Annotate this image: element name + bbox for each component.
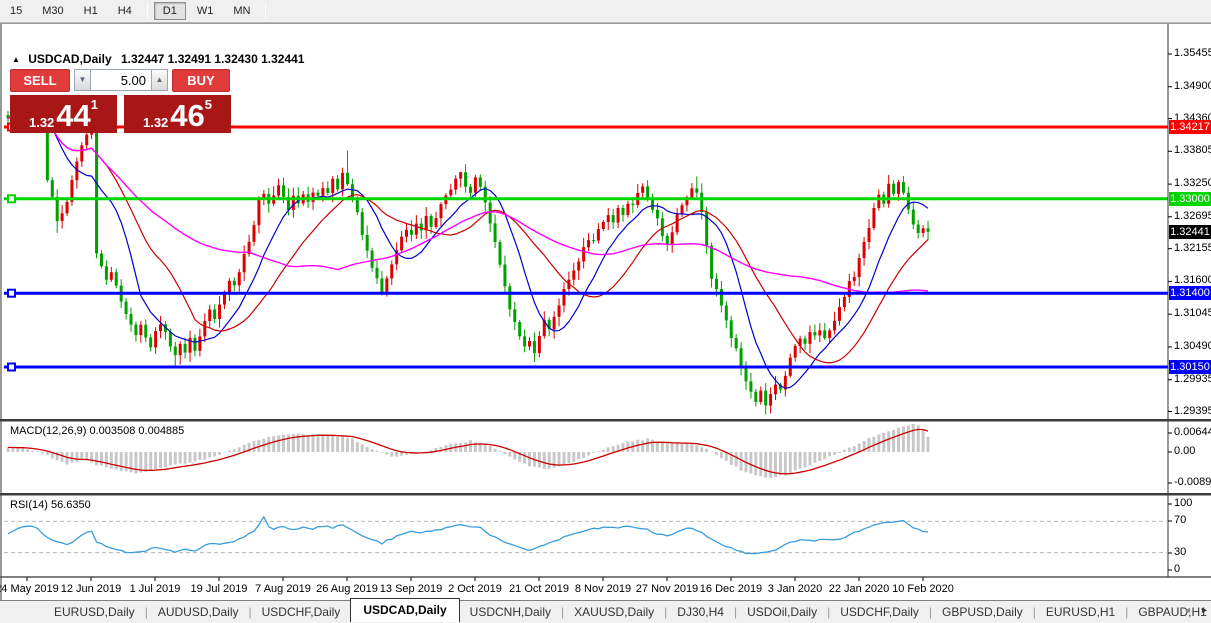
- timeframe-toolbar: 15 M30 H1 H4 D1 W1 MN: [0, 0, 1211, 23]
- chart-title: ▲ USDCAD,Daily 1.32447 1.32491 1.32430 1…: [12, 52, 304, 66]
- chart-tabs: EURUSD,Daily | AUDUSD,Daily | USDCHF,Daily US…: [0, 598, 1211, 623]
- triangle-up-icon: ▲: [155, 75, 164, 84]
- timeframe-button-w1[interactable]: W1: [188, 2, 223, 20]
- one-click-trading-panel: SELL ▼ ▲ BUY 1.32 44 1: [10, 68, 231, 133]
- toolbar-separator: [146, 3, 148, 19]
- collapse-triangle-icon[interactable]: ▲: [12, 55, 20, 64]
- tabs-scroll-right-icon[interactable]: ▸: [1202, 605, 1207, 616]
- volume-decrease-button[interactable]: ▼: [74, 69, 91, 91]
- tab-gbpusd-daily[interactable]: GBPUSD,Daily: [932, 603, 1033, 621]
- mt4-window: 15 M30 H1 H4 D1 W1 MN ▲ USDCAD,Daily 1.32447 1…: [0, 0, 1211, 623]
- buy-button[interactable]: BUY: [172, 68, 230, 92]
- timeframe-button-h1[interactable]: H1: [75, 2, 107, 20]
- timeframe-button-m30[interactable]: M30: [33, 2, 72, 20]
- timeframe-button-mn[interactable]: MN: [224, 2, 259, 20]
- tab-audusd-daily[interactable]: AUDUSD,Daily: [148, 603, 249, 621]
- buy-price-panel[interactable]: 1.32 46 5: [124, 95, 231, 133]
- timeframe-button-d1[interactable]: D1: [153, 2, 186, 20]
- sell-price-panel[interactable]: 1.32 44 1: [10, 95, 117, 133]
- buy-price-big: 46: [170, 98, 205, 133]
- chart-window[interactable]: ▲ USDCAD,Daily 1.32447 1.32491 1.32430 1…: [0, 23, 1211, 600]
- tab-usdcad-daily[interactable]: USDCAD,Daily: [350, 598, 460, 622]
- timeframe-button-h4[interactable]: H4: [109, 2, 141, 20]
- buy-price-prefix: 1.32: [142, 115, 169, 130]
- timeframe-button-15[interactable]: 15: [1, 2, 31, 20]
- tab-usdcnh-daily[interactable]: USDCNH,Daily: [460, 603, 561, 621]
- triangle-down-icon: ▼: [78, 75, 87, 84]
- tab-xauusd-daily[interactable]: XAUUSD,Daily: [564, 603, 664, 621]
- tab-eurusd-daily[interactable]: EURUSD,Daily: [44, 603, 145, 621]
- volume-increase-button[interactable]: ▲: [151, 69, 168, 91]
- tabs-scroll-left-icon[interactable]: ◂: [1185, 605, 1190, 616]
- buy-price-pip: 5: [204, 97, 213, 112]
- toolbar-separator: [265, 3, 267, 19]
- tab-usdoil-daily[interactable]: USDOil,Daily: [737, 603, 827, 621]
- sell-price-prefix: 1.32: [28, 115, 55, 130]
- chart-quotes: 1.32447 1.32491 1.32430 1.32441: [120, 52, 305, 66]
- volume-input[interactable]: [91, 69, 151, 91]
- chart-symbol: USDCAD,Daily: [28, 52, 112, 66]
- sell-price-pip: 1: [90, 97, 99, 112]
- tab-usdchf-daily[interactable]: USDCHF,Daily: [830, 603, 929, 621]
- tab-usdchf-daily[interactable]: USDCHF,Daily: [252, 603, 351, 621]
- sell-button[interactable]: SELL: [10, 68, 70, 92]
- tab-eurusd-h1[interactable]: EURUSD,H1: [1036, 603, 1125, 621]
- sell-price-big: 44: [56, 98, 91, 133]
- tab-dj30-h4[interactable]: DJ30,H4: [667, 603, 734, 621]
